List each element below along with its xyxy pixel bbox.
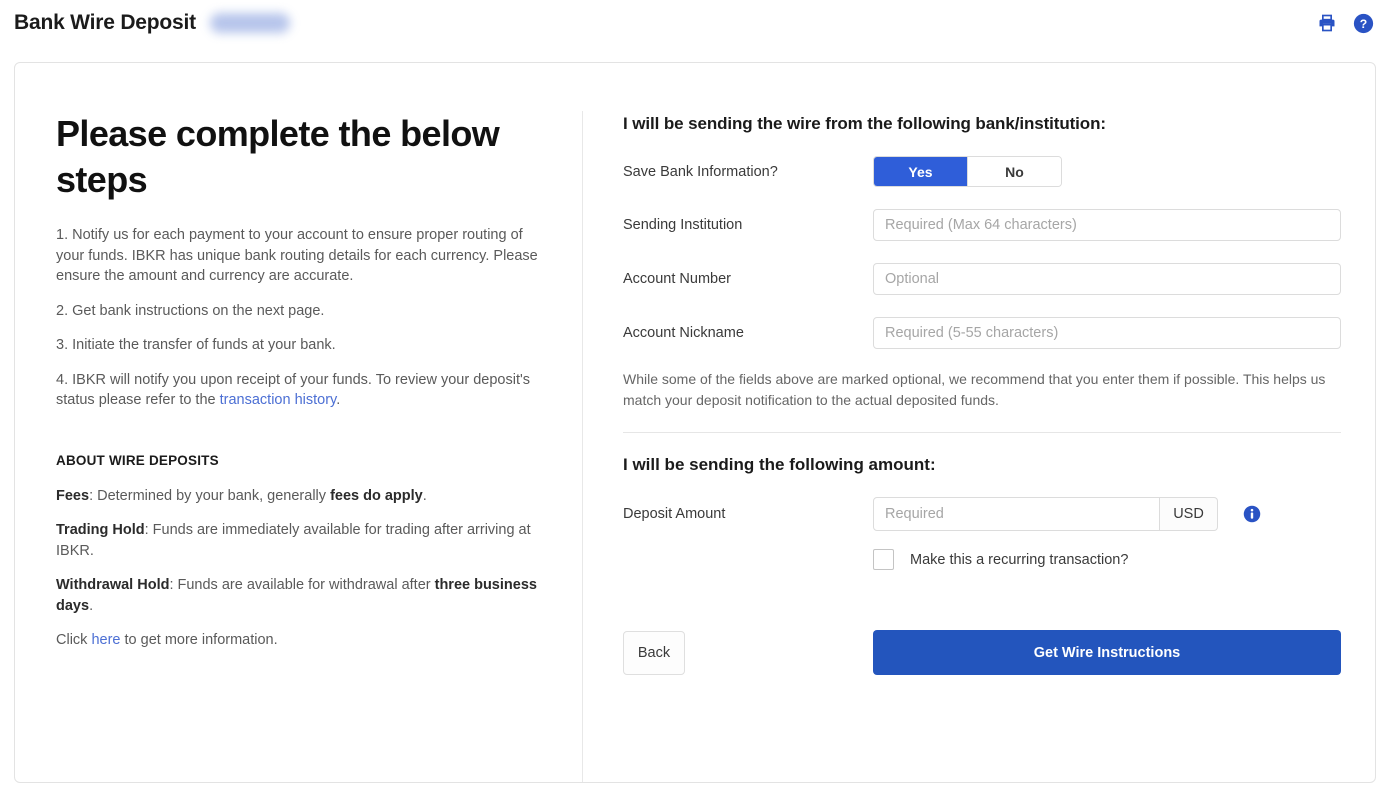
- toggle-option-no[interactable]: No: [967, 157, 1061, 186]
- fees-text-1: : Determined by your bank, generally: [89, 487, 331, 504]
- sending-bank-section-title: I will be sending the wire from the foll…: [623, 114, 1106, 133]
- instructions-headline: Please complete the below steps: [56, 113, 500, 200]
- deposit-amount-info-button[interactable]: [1243, 505, 1261, 523]
- step-item-2: 2. Get bank instructions on the next pag…: [56, 302, 325, 319]
- page-header: Bank Wire Deposit ?: [0, 0, 1390, 46]
- back-button[interactable]: Back: [623, 630, 685, 675]
- get-wire-instructions-button[interactable]: Get Wire Instructions: [873, 630, 1341, 675]
- save-bank-info-row: Save Bank Information? Yes No: [623, 156, 1341, 187]
- currency-selector[interactable]: USD: [1160, 497, 1218, 531]
- more-information-line: Click here to get more information.: [56, 630, 542, 651]
- card-inner: Please complete the below steps 1. Notif…: [15, 63, 1375, 782]
- about-fees: Fees: Determined by your bank, generally…: [56, 486, 542, 507]
- deposit-amount-input[interactable]: [873, 497, 1160, 531]
- wire-form-column: I will be sending the wire from the foll…: [583, 111, 1375, 782]
- account-number-label: Account Number: [623, 271, 731, 287]
- instructions-column: Please complete the below steps 1. Notif…: [15, 111, 583, 782]
- sending-institution-input[interactable]: [873, 209, 1341, 241]
- header-icon-group: ?: [1316, 12, 1374, 34]
- form-actions: Back Get Wire Instructions: [623, 630, 1341, 675]
- account-nickname-input[interactable]: [873, 317, 1341, 349]
- account-nickname-row: Account Nickname: [623, 317, 1341, 349]
- recurring-transaction-row: Make this a recurring transaction?: [873, 549, 1341, 570]
- print-button[interactable]: [1316, 12, 1338, 34]
- save-bank-info-label: Save Bank Information?: [623, 163, 778, 180]
- account-nickname-label: Account Nickname: [623, 325, 744, 341]
- step-item-1: 1. Notify us for each payment to your ac…: [56, 227, 538, 284]
- withdrawal-hold-text-2: .: [89, 597, 94, 614]
- sending-institution-row: Sending Institution: [623, 209, 1341, 241]
- sending-institution-label: Sending Institution: [623, 217, 743, 233]
- fees-text-2: .: [422, 487, 427, 504]
- deposit-amount-control: USD: [873, 497, 1261, 531]
- recurring-transaction-checkbox[interactable]: [873, 549, 894, 570]
- redacted-account-badge: [209, 13, 290, 33]
- account-number-input[interactable]: [873, 263, 1341, 295]
- page-title: Bank Wire Deposit: [14, 11, 196, 34]
- print-icon: [1319, 14, 1335, 32]
- transaction-history-link[interactable]: transaction history: [220, 392, 337, 408]
- about-withdrawal-hold: Withdrawal Hold: Funds are available for…: [56, 575, 542, 616]
- withdrawal-hold-text-1: : Funds are available for withdrawal aft…: [169, 577, 435, 593]
- more-info-prefix: Click: [56, 632, 92, 648]
- step-4-suffix: .: [336, 392, 341, 408]
- fees-emphasis: fees do apply: [330, 487, 423, 504]
- more-info-suffix: to get more information.: [120, 632, 278, 648]
- toggle-option-yes[interactable]: Yes: [874, 157, 967, 186]
- about-trading-hold: Trading Hold: Funds are immediately avai…: [56, 520, 542, 561]
- help-circle-icon: ?: [1353, 13, 1373, 33]
- recurring-transaction-label[interactable]: Make this a recurring transaction?: [910, 552, 1128, 568]
- about-wire-deposits-heading: ABOUT WIRE DEPOSITS: [56, 452, 219, 468]
- step-item-4: 4. IBKR will notify you upon receipt of …: [56, 370, 542, 411]
- trading-hold-label: Trading Hold: [56, 522, 145, 538]
- optional-fields-note: While some of the fields above are marke…: [623, 371, 1326, 408]
- help-button[interactable]: ?: [1352, 12, 1374, 34]
- amount-section-title: I will be sending the following amount:: [623, 455, 936, 474]
- svg-text:?: ?: [1359, 17, 1366, 31]
- save-bank-info-toggle[interactable]: Yes No: [873, 156, 1062, 187]
- step-item-3: 3. Initiate the transfer of funds at you…: [56, 337, 336, 353]
- account-number-row: Account Number: [623, 263, 1341, 295]
- withdrawal-hold-label: Withdrawal Hold: [56, 577, 170, 593]
- info-circle-icon: [1243, 505, 1261, 523]
- content-card: Please complete the below steps 1. Notif…: [14, 62, 1376, 783]
- section-divider: [623, 432, 1341, 433]
- deposit-amount-label: Deposit Amount: [623, 506, 726, 522]
- more-information-link[interactable]: here: [91, 632, 120, 648]
- fees-label: Fees: [56, 487, 90, 504]
- deposit-amount-row: Deposit Amount USD: [623, 497, 1341, 531]
